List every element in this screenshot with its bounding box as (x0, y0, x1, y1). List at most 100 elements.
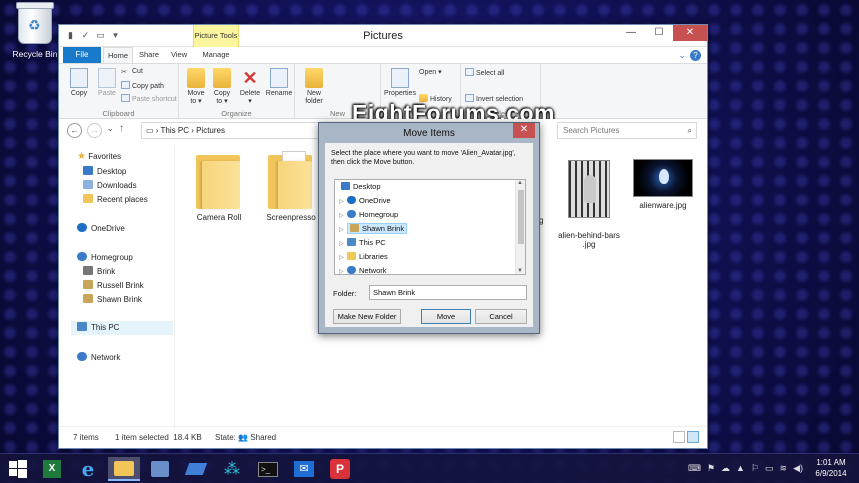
expand-icon[interactable]: ▷ (339, 195, 347, 209)
tree-scrollbar[interactable]: ▲ ▼ (515, 180, 525, 274)
keyboard-icon[interactable]: ⌨ (688, 463, 701, 474)
minimize-button[interactable]: — (617, 25, 645, 41)
action-center-icon[interactable]: ⚐ (751, 463, 759, 474)
taskbar-excel[interactable]: X (36, 457, 68, 481)
help-icon[interactable]: ? (690, 50, 701, 61)
nav-favorites-label: Favorites (88, 152, 122, 161)
user-icon (350, 224, 359, 232)
taskbar-file-explorer[interactable] (108, 457, 140, 481)
up-button[interactable]: ↑ (119, 123, 124, 134)
nav-russell-brink[interactable]: Russell Brink (83, 280, 144, 290)
open-button[interactable]: Open ▾ (419, 68, 442, 76)
tree-item-onedrive[interactable]: ▷ OneDrive (339, 194, 391, 208)
taskbar-mail[interactable]: ✉ (288, 457, 320, 481)
expand-icon[interactable]: ▷ (339, 237, 347, 251)
expand-icon[interactable]: ▷ (339, 265, 347, 274)
copy-button[interactable]: Copy (65, 68, 93, 98)
make-new-folder-button[interactable]: Make New Folder (333, 309, 401, 324)
cut-button[interactable]: ✂ Cut (121, 68, 143, 76)
taskbar-network-app[interactable] (144, 457, 176, 481)
select-all-button[interactable]: Select all (465, 68, 504, 77)
app-icon (184, 463, 208, 475)
tab-file[interactable]: File (63, 47, 101, 63)
recycle-bin-shortcut[interactable]: ♻ Recycle Bin (8, 2, 62, 59)
tab-view[interactable]: View (171, 47, 187, 63)
file-item-camera-roll[interactable]: Camera Roll (183, 151, 255, 222)
tree-item-desktop[interactable]: Desktop (341, 180, 381, 194)
forward-button[interactable]: → (87, 123, 102, 138)
file-item-screenpresso[interactable]: Screenpresso (255, 151, 327, 222)
details-view-button[interactable] (673, 431, 685, 443)
nav-recent-places[interactable]: Recent places (83, 194, 148, 204)
back-button[interactable]: ← (67, 123, 82, 138)
expand-ribbon-icon[interactable]: ⌄ (678, 50, 686, 61)
delete-button[interactable]: ✕ Delete ▾ (237, 68, 263, 106)
nav-network[interactable]: Network (77, 352, 120, 362)
taskbar-internet-explorer[interactable]: e (72, 457, 104, 481)
taskbar-share-app[interactable]: ⁂ (216, 457, 248, 481)
taskbar-screenpresso[interactable]: P (324, 457, 356, 481)
tab-home[interactable]: Home (103, 47, 133, 63)
recent-locations-icon[interactable]: ⌄ (107, 124, 114, 133)
desktop-icon (341, 182, 350, 190)
tab-share[interactable]: Share (139, 47, 159, 63)
nav-onedrive[interactable]: OneDrive (77, 223, 125, 233)
move-to-button[interactable]: Move to ▾ (183, 68, 209, 106)
maximize-button[interactable]: ☐ (645, 25, 673, 41)
rename-button[interactable]: Rename (265, 68, 293, 98)
nav-downloads[interactable]: Downloads (83, 180, 137, 190)
breadcrumb-this-pc[interactable]: This PC (161, 126, 189, 135)
nav-this-pc[interactable]: This PC (71, 321, 173, 335)
move-button[interactable]: Move (421, 309, 471, 324)
onedrive-icon (77, 223, 87, 232)
copy-to-button[interactable]: Copy to ▾ (209, 68, 235, 106)
tree-item-shawn-brink[interactable]: ▷ Shawn Brink (339, 222, 408, 237)
nav-shawn-brink[interactable]: Shawn Brink (83, 294, 142, 304)
notifications-icon[interactable]: ▲ (736, 463, 745, 474)
expand-icon[interactable]: ▷ (339, 209, 347, 223)
tree-item-network[interactable]: ▷ Network (339, 264, 387, 274)
paste-shortcut-button[interactable]: Paste shortcut (121, 94, 177, 103)
wifi-icon[interactable]: ≋ (780, 463, 788, 474)
folder-tree[interactable]: Desktop ▷ OneDrive ▷ Homegroup ▷ Shawn Brin… (334, 179, 526, 275)
scrollbar-thumb[interactable] (518, 190, 524, 244)
expand-icon[interactable]: ▷ (339, 251, 347, 265)
tree-item-homegroup[interactable]: ▷ Homegroup (339, 208, 398, 222)
nav-homegroup[interactable]: Homegroup (77, 252, 133, 262)
title-bar[interactable]: ▮ ✓ ▭ ▾ Picture Tools Pictures — ☐ ✕ (59, 25, 707, 47)
folder-icon (268, 151, 314, 209)
share-app-icon: ⁂ (224, 461, 240, 478)
paste-button[interactable]: Paste (93, 68, 121, 98)
dialog-title-bar[interactable]: Move Items ✕ (319, 123, 539, 143)
expand-icon[interactable]: ▷ (339, 223, 347, 237)
dialog-close-button[interactable]: ✕ (513, 123, 535, 138)
battery-icon[interactable]: ▭ (765, 463, 774, 474)
flag-icon[interactable]: ⚑ (707, 463, 715, 474)
file-item-alienware[interactable]: alienware.jpg (627, 151, 699, 210)
nav-desktop[interactable]: Desktop (83, 166, 126, 176)
copy-path-button[interactable]: Copy path (121, 81, 164, 90)
folder-field[interactable]: Shawn Brink (369, 285, 527, 300)
taskbar-command-prompt[interactable]: >_ (252, 457, 284, 481)
scroll-up-icon[interactable]: ▲ (517, 180, 523, 186)
taskbar-app[interactable] (180, 457, 212, 481)
search-input[interactable]: Search Pictures ⌕ (557, 122, 697, 139)
tree-item-this-pc[interactable]: ▷ This PC (339, 236, 386, 250)
start-button[interactable] (2, 457, 34, 481)
breadcrumb-pictures[interactable]: Pictures (196, 126, 225, 135)
tree-item-libraries[interactable]: ▷ Libraries (339, 250, 388, 264)
copy-label: Copy (70, 90, 88, 97)
tab-manage[interactable]: Manage (195, 47, 237, 63)
volume-icon[interactable]: ◀) (793, 463, 803, 474)
clock[interactable]: 1:01 AM 6/9/2014 (811, 457, 851, 479)
new-folder-button[interactable]: New folder (299, 68, 329, 106)
cancel-button[interactable]: Cancel (475, 309, 527, 324)
file-item-alien-behind-bars[interactable]: alien-behind-bars .jpg (553, 151, 625, 249)
properties-button[interactable]: Properties (383, 68, 417, 98)
large-icons-view-button[interactable] (687, 431, 699, 443)
nav-brink[interactable]: Brink (83, 266, 115, 276)
nav-favorites[interactable]: ★ Favorites (77, 151, 121, 162)
close-button[interactable]: ✕ (673, 25, 707, 41)
cloud-icon[interactable]: ☁ (721, 463, 730, 474)
scroll-down-icon[interactable]: ▼ (517, 268, 523, 274)
